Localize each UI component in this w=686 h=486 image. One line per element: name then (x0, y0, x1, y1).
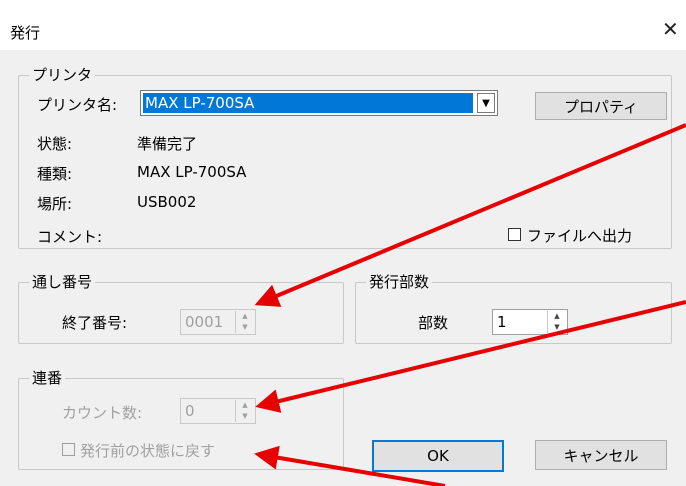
status-value: 準備完了 (137, 135, 198, 153)
chevron-down-icon[interactable]: ▼ (477, 93, 495, 113)
printer-name-label: プリンタ名: (37, 96, 118, 114)
close-icon[interactable]: ✕ (662, 19, 679, 39)
down-arrow-icon[interactable]: ▼ (548, 322, 566, 333)
reset-state-label: 発行前の状態に戻す (80, 442, 216, 460)
print-to-file-label: ファイルへ出力 (527, 227, 633, 245)
down-arrow-icon[interactable]: ▼ (236, 411, 254, 422)
copies-stepper[interactable]: 1 ▲ ▼ (492, 309, 568, 335)
window-title: 発行 (10, 24, 41, 42)
down-arrow-icon[interactable]: ▼ (236, 322, 254, 333)
location-label: 場所: (37, 195, 73, 213)
comment-label: コメント: (37, 228, 103, 246)
stepper-buttons[interactable]: ▲ ▼ (547, 311, 566, 333)
printer-group-legend: プリンタ (29, 65, 96, 85)
printer-name-value: MAX LP-700SA (143, 93, 473, 113)
ok-button[interactable]: OK (372, 440, 504, 472)
print-to-file-checkbox[interactable] (508, 228, 521, 241)
serial-number-legend: 通し番号 (29, 272, 96, 292)
stepper-buttons[interactable]: ▲ ▼ (235, 311, 254, 333)
type-label: 種類: (37, 165, 73, 183)
up-arrow-icon[interactable]: ▲ (236, 400, 254, 411)
print-dialog: 発行 ✕ プリンタ プリンタ名: MAX LP-700SA ▼ プロパティ 状態… (0, 0, 686, 486)
copies-legend: 発行部数 (366, 272, 433, 292)
count-label: カウント数: (62, 404, 143, 422)
copies-value: 1 (497, 313, 507, 331)
copies-label: 部数 (418, 314, 449, 332)
cancel-button[interactable]: キャンセル (535, 440, 667, 470)
printer-name-select[interactable]: MAX LP-700SA ▼ (140, 90, 498, 116)
up-arrow-icon[interactable]: ▲ (548, 311, 566, 322)
sequence-legend: 連番 (29, 368, 66, 388)
count-stepper[interactable]: 0 ▲ ▼ (180, 398, 256, 424)
stepper-buttons[interactable]: ▲ ▼ (235, 400, 254, 422)
end-number-value: 0001 (185, 313, 224, 331)
count-value: 0 (185, 402, 195, 420)
end-number-label: 終了番号: (62, 314, 128, 332)
type-value: MAX LP-700SA (137, 163, 247, 181)
title-bar: 発行 ✕ (0, 0, 686, 50)
end-number-stepper[interactable]: 0001 ▲ ▼ (180, 309, 256, 335)
reset-state-checkbox[interactable] (62, 443, 75, 456)
up-arrow-icon[interactable]: ▲ (236, 311, 254, 322)
location-value: USB002 (137, 193, 197, 211)
status-label: 状態: (37, 135, 73, 153)
properties-button[interactable]: プロパティ (535, 92, 667, 120)
